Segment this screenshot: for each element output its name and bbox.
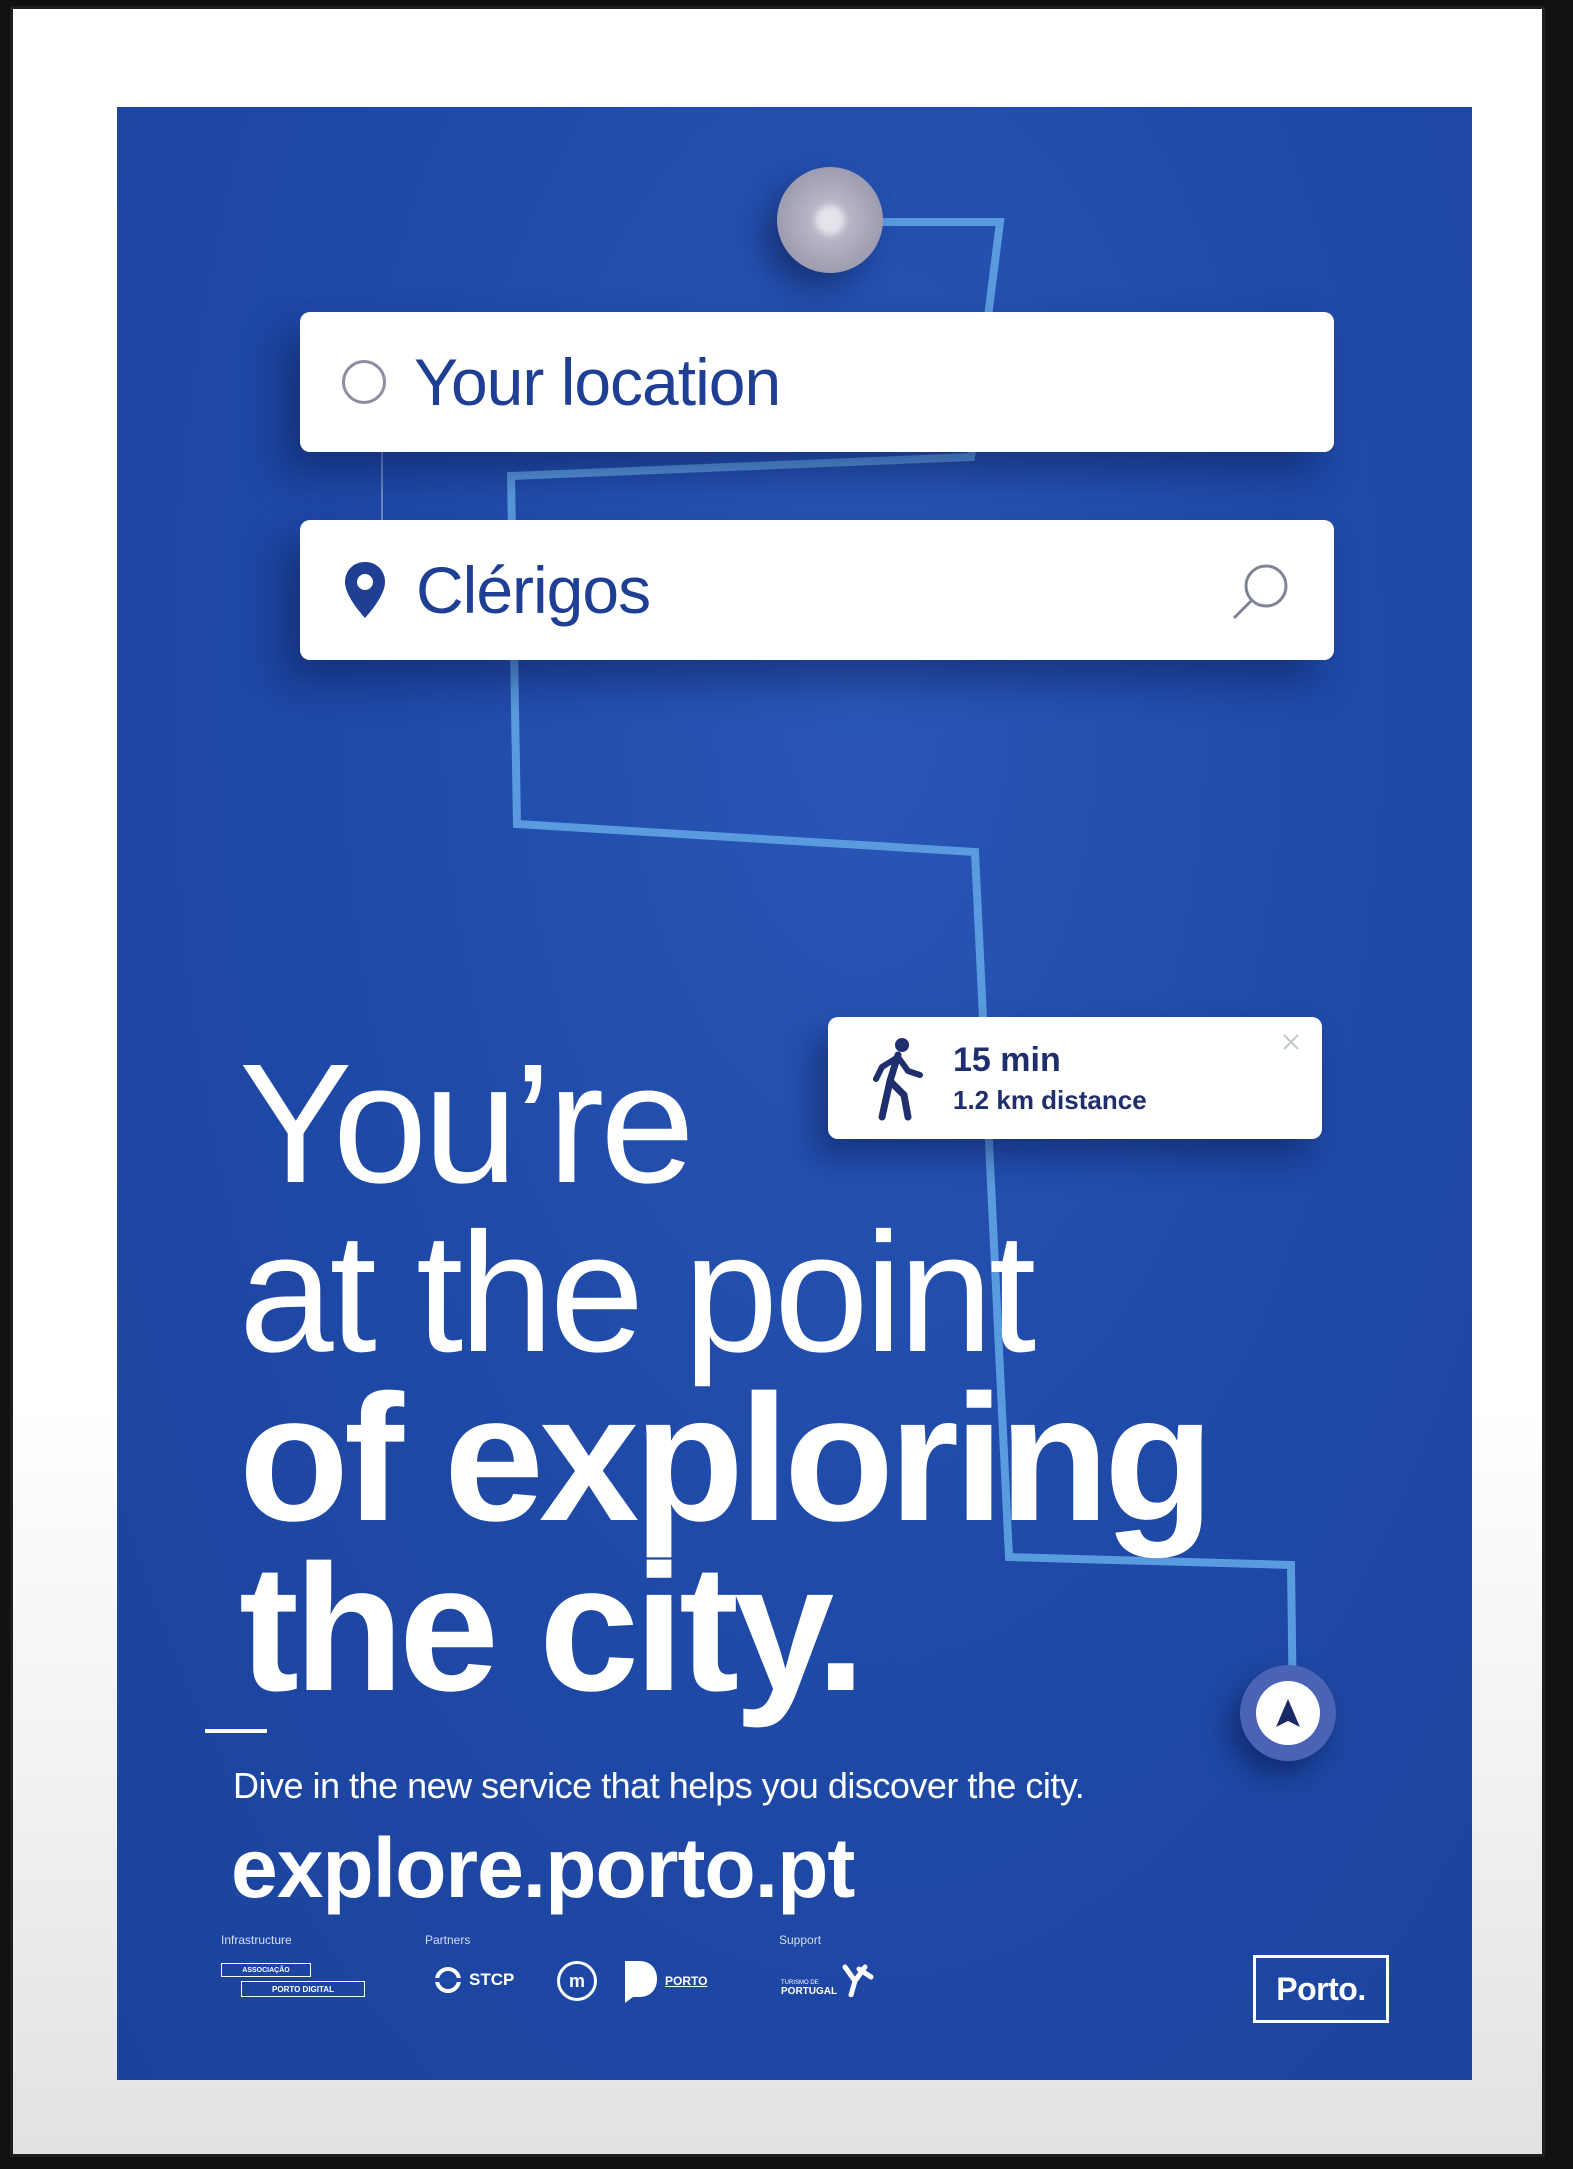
circle-icon	[342, 360, 386, 404]
partners-label: Partners	[425, 1933, 471, 1947]
poster-frame: Your location Clérigos 15 min 1.2 km dis…	[10, 6, 1545, 2157]
location-pin-icon	[345, 562, 385, 618]
walking-person-icon	[873, 1038, 923, 1121]
porto-digital-logo: ASSOCIAÇÃO PORTO DIGITAL	[221, 1963, 365, 1999]
poster: Your location Clérigos 15 min 1.2 km dis…	[117, 107, 1472, 2080]
stcp-emblem-icon	[433, 1967, 463, 1993]
close-icon[interactable]	[1282, 1033, 1300, 1051]
walk-distance: 1.2 km distance	[953, 1085, 1147, 1115]
navigation-button-inner	[1256, 1681, 1320, 1745]
route-connector	[381, 452, 383, 520]
porto-city-logo: Porto.	[1253, 1955, 1389, 2023]
tagline: Dive in the new service that helps you d…	[233, 1765, 1085, 1806]
walk-time: 15 min	[953, 1041, 1061, 1079]
start-point-marker	[777, 167, 883, 273]
origin-text: Your location	[414, 345, 781, 419]
metro-text: m	[568, 1970, 585, 1991]
turismo-text: PORTUGAL	[781, 1986, 838, 1997]
magnifier-icon[interactable]	[1228, 560, 1292, 624]
porto-agency-text: PORTO	[665, 1974, 708, 1988]
website-url[interactable]: explore.porto.pt	[231, 1820, 855, 1917]
navigation-button[interactable]	[1240, 1665, 1336, 1761]
navigation-arrow-icon	[1276, 1699, 1300, 1727]
destination-text: Clérigos	[416, 553, 651, 627]
destination-field[interactable]: Clérigos	[300, 520, 1334, 660]
headline-line-1: You’re	[239, 1029, 695, 1219]
stcp-logo: STCP	[433, 1965, 514, 1995]
porto-agency-emblem-icon	[625, 1961, 657, 2003]
start-point-glow	[815, 205, 845, 235]
origin-field[interactable]: Your location	[300, 312, 1334, 452]
associacao-text: ASSOCIAÇÃO	[242, 1966, 290, 1974]
stcp-text: STCP	[469, 1970, 515, 1989]
divider-dash	[205, 1729, 267, 1733]
headline-line-2: at the point	[239, 1198, 1036, 1388]
porto-city-logo-text: Porto.	[1276, 1970, 1366, 2007]
metro-logo: m	[557, 1961, 597, 2001]
headline-line-3: of exploring	[239, 1358, 1214, 1559]
turismo-portugal-logo: TURISMO DE PORTUGAL	[781, 1963, 875, 1997]
turismo-emblem-icon	[842, 1964, 874, 1997]
porto-agency-logo: PORTO	[623, 1959, 707, 2003]
infrastructure-label: Infrastructure	[221, 1933, 292, 1947]
support-label: Support	[779, 1933, 822, 1947]
walk-info-card[interactable]: 15 min 1.2 km distance	[828, 1017, 1322, 1139]
headline-line-4: the city.	[239, 1528, 866, 1729]
porto-digital-text: PORTO DIGITAL	[272, 1984, 334, 1994]
